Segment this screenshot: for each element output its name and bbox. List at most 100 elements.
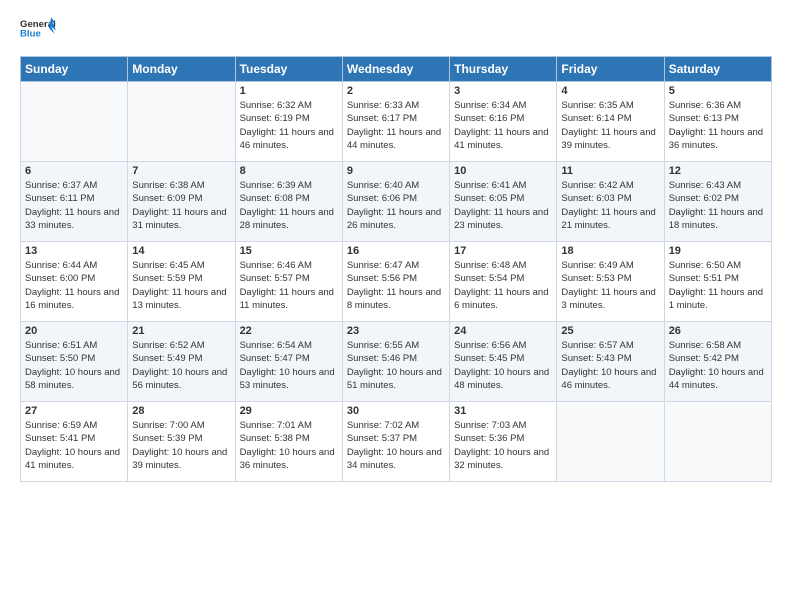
day-info: Sunrise: 6:56 AMSunset: 5:45 PMDaylight:… xyxy=(454,340,549,391)
week-row-1: 1 Sunrise: 6:32 AMSunset: 6:19 PMDaylight… xyxy=(21,82,772,162)
day-info: Sunrise: 6:58 AMSunset: 5:42 PMDaylight:… xyxy=(669,340,764,391)
day-number: 7 xyxy=(132,165,230,177)
day-number: 4 xyxy=(561,85,659,97)
day-info: Sunrise: 6:54 AMSunset: 5:47 PMDaylight:… xyxy=(240,340,335,391)
day-cell: 11Sunrise: 6:42 AMSunset: 6:03 PMDayligh… xyxy=(557,162,664,242)
day-cell: 6Sunrise: 6:37 AMSunset: 6:11 PMDaylight… xyxy=(21,162,128,242)
day-info: Sunrise: 6:52 AMSunset: 5:49 PMDaylight:… xyxy=(132,340,227,391)
day-number: 11 xyxy=(561,165,659,177)
weekday-header-monday: Monday xyxy=(128,57,235,82)
day-info: Sunrise: 6:47 AMSunset: 5:56 PMDaylight:… xyxy=(347,260,441,311)
day-cell: 1 Sunrise: 6:32 AMSunset: 6:19 PMDaylight… xyxy=(235,82,342,162)
day-info: Sunrise: 7:03 AMSunset: 5:36 PMDaylight:… xyxy=(454,420,549,471)
day-info: Sunrise: 6:41 AMSunset: 6:05 PMDaylight:… xyxy=(454,180,548,231)
day-number: 17 xyxy=(454,245,552,257)
day-number: 29 xyxy=(240,405,338,417)
day-number: 6 xyxy=(25,165,123,177)
day-cell: 14Sunrise: 6:45 AMSunset: 5:59 PMDayligh… xyxy=(128,242,235,322)
day-cell: 16 Sunrise: 6:47 AMSunset: 5:56 PMDayligh… xyxy=(342,242,449,322)
day-number: 5 xyxy=(669,85,767,97)
day-cell: 4Sunrise: 6:35 AMSunset: 6:14 PMDaylight… xyxy=(557,82,664,162)
day-cell: 5 Sunrise: 6:36 AMSunset: 6:13 PMDaylight… xyxy=(664,82,771,162)
day-info: Sunrise: 6:55 AMSunset: 5:46 PMDaylight:… xyxy=(347,340,442,391)
day-cell: 31Sunrise: 7:03 AMSunset: 5:36 PMDayligh… xyxy=(450,402,557,482)
day-info: Sunrise: 6:34 AMSunset: 6:16 PMDaylight:… xyxy=(454,100,548,151)
day-number: 24 xyxy=(454,325,552,337)
weekday-header-saturday: Saturday xyxy=(664,57,771,82)
day-cell xyxy=(21,82,128,162)
day-info: Sunrise: 7:00 AMSunset: 5:39 PMDaylight:… xyxy=(132,420,227,471)
weekday-header-sunday: Sunday xyxy=(21,57,128,82)
day-info: Sunrise: 6:46 AMSunset: 5:57 PMDaylight:… xyxy=(240,260,334,311)
day-cell: 10 Sunrise: 6:41 AMSunset: 6:05 PMDayligh… xyxy=(450,162,557,242)
day-number: 8 xyxy=(240,165,338,177)
day-number: 3 xyxy=(454,85,552,97)
day-cell: 20 Sunrise: 6:51 AMSunset: 5:50 PMDayligh… xyxy=(21,322,128,402)
day-number: 15 xyxy=(240,245,338,257)
day-cell xyxy=(128,82,235,162)
day-info: Sunrise: 6:49 AMSunset: 5:53 PMDaylight:… xyxy=(561,260,655,311)
week-row-3: 13 Sunrise: 6:44 AMSunset: 6:00 PMDayligh… xyxy=(21,242,772,322)
day-info: Sunrise: 6:57 AMSunset: 5:43 PMDaylight:… xyxy=(561,340,656,391)
day-number: 2 xyxy=(347,85,445,97)
day-number: 18 xyxy=(561,245,659,257)
day-number: 13 xyxy=(25,245,123,257)
day-cell: 7 Sunrise: 6:38 AMSunset: 6:09 PMDaylight… xyxy=(128,162,235,242)
logo-bird-icon: General Blue xyxy=(20,16,56,46)
calendar-page: General Blue SundayMondayTuesdayWednesda… xyxy=(0,0,792,612)
day-cell: 24 Sunrise: 6:56 AMSunset: 5:45 PMDayligh… xyxy=(450,322,557,402)
day-info: Sunrise: 6:51 AMSunset: 5:50 PMDaylight:… xyxy=(25,340,120,391)
day-number: 12 xyxy=(669,165,767,177)
day-info: Sunrise: 6:39 AMSunset: 6:08 PMDaylight:… xyxy=(240,180,334,231)
day-cell: 9 Sunrise: 6:40 AMSunset: 6:06 PMDaylight… xyxy=(342,162,449,242)
weekday-header-thursday: Thursday xyxy=(450,57,557,82)
calendar-header: SundayMondayTuesdayWednesdayThursdayFrid… xyxy=(21,57,772,82)
day-info: Sunrise: 7:02 AMSunset: 5:37 PMDaylight:… xyxy=(347,420,442,471)
day-cell: 19Sunrise: 6:50 AMSunset: 5:51 PMDayligh… xyxy=(664,242,771,322)
day-info: Sunrise: 6:36 AMSunset: 6:13 PMDaylight:… xyxy=(669,100,763,151)
day-cell: 15 Sunrise: 6:46 AMSunset: 5:57 PMDayligh… xyxy=(235,242,342,322)
day-number: 25 xyxy=(561,325,659,337)
day-cell: 29Sunrise: 7:01 AMSunset: 5:38 PMDayligh… xyxy=(235,402,342,482)
day-cell: 17 Sunrise: 6:48 AMSunset: 5:54 PMDayligh… xyxy=(450,242,557,322)
day-number: 26 xyxy=(669,325,767,337)
logo: General Blue xyxy=(20,16,56,46)
day-info: Sunrise: 6:40 AMSunset: 6:06 PMDaylight:… xyxy=(347,180,441,231)
day-cell: 21Sunrise: 6:52 AMSunset: 5:49 PMDayligh… xyxy=(128,322,235,402)
day-number: 23 xyxy=(347,325,445,337)
day-info: Sunrise: 6:45 AMSunset: 5:59 PMDaylight:… xyxy=(132,260,226,311)
weekday-header-tuesday: Tuesday xyxy=(235,57,342,82)
day-info: Sunrise: 6:33 AMSunset: 6:17 PMDaylight:… xyxy=(347,100,441,151)
weekday-row: SundayMondayTuesdayWednesdayThursdayFrid… xyxy=(21,57,772,82)
day-number: 27 xyxy=(25,405,123,417)
day-cell xyxy=(664,402,771,482)
day-number: 1 xyxy=(240,85,338,97)
day-cell: 27 Sunrise: 6:59 AMSunset: 5:41 PMDayligh… xyxy=(21,402,128,482)
svg-text:Blue: Blue xyxy=(20,28,41,39)
day-number: 9 xyxy=(347,165,445,177)
day-info: Sunrise: 6:43 AMSunset: 6:02 PMDaylight:… xyxy=(669,180,763,231)
day-info: Sunrise: 6:32 AMSunset: 6:19 PMDaylight:… xyxy=(240,100,334,151)
week-row-2: 6Sunrise: 6:37 AMSunset: 6:11 PMDaylight… xyxy=(21,162,772,242)
day-cell: 18 Sunrise: 6:49 AMSunset: 5:53 PMDayligh… xyxy=(557,242,664,322)
day-number: 20 xyxy=(25,325,123,337)
day-cell: 28Sunrise: 7:00 AMSunset: 5:39 PMDayligh… xyxy=(128,402,235,482)
header: General Blue xyxy=(20,16,772,46)
day-cell: 30Sunrise: 7:02 AMSunset: 5:37 PMDayligh… xyxy=(342,402,449,482)
day-cell: 22Sunrise: 6:54 AMSunset: 5:47 PMDayligh… xyxy=(235,322,342,402)
day-number: 10 xyxy=(454,165,552,177)
day-info: Sunrise: 6:38 AMSunset: 6:09 PMDaylight:… xyxy=(132,180,226,231)
day-info: Sunrise: 6:59 AMSunset: 5:41 PMDaylight:… xyxy=(25,420,120,471)
day-info: Sunrise: 6:44 AMSunset: 6:00 PMDaylight:… xyxy=(25,260,119,311)
day-cell: 25 Sunrise: 6:57 AMSunset: 5:43 PMDayligh… xyxy=(557,322,664,402)
day-cell: 23 Sunrise: 6:55 AMSunset: 5:46 PMDayligh… xyxy=(342,322,449,402)
calendar-table: SundayMondayTuesdayWednesdayThursdayFrid… xyxy=(20,56,772,482)
calendar-body: 1 Sunrise: 6:32 AMSunset: 6:19 PMDaylight… xyxy=(21,82,772,482)
day-cell xyxy=(557,402,664,482)
day-info: Sunrise: 6:50 AMSunset: 5:51 PMDaylight:… xyxy=(669,260,763,311)
week-row-4: 20 Sunrise: 6:51 AMSunset: 5:50 PMDayligh… xyxy=(21,322,772,402)
day-info: Sunrise: 6:48 AMSunset: 5:54 PMDaylight:… xyxy=(454,260,548,311)
day-number: 16 xyxy=(347,245,445,257)
day-cell: 26 Sunrise: 6:58 AMSunset: 5:42 PMDayligh… xyxy=(664,322,771,402)
day-cell: 3 Sunrise: 6:34 AMSunset: 6:16 PMDaylight… xyxy=(450,82,557,162)
